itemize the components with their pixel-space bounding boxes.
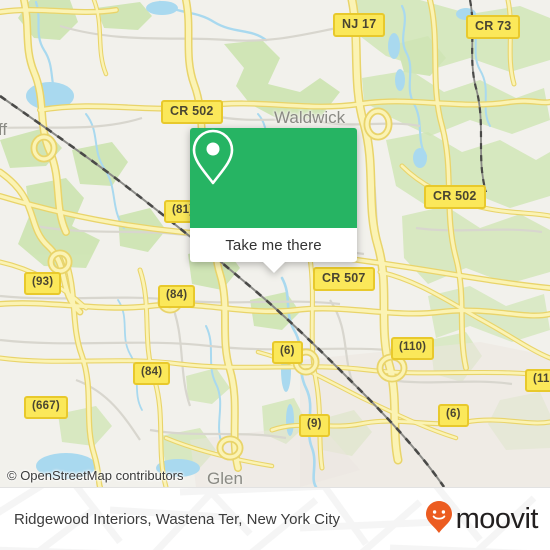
road-shield[interactable]: NJ 17 xyxy=(333,13,386,37)
footer-bar: Ridgewood Interiors, Wastena Ter, New Yo… xyxy=(0,487,550,550)
road-shield[interactable]: (9) xyxy=(299,414,330,437)
road-shield[interactable]: (110) xyxy=(391,337,435,360)
moovit-brand[interactable]: moovit xyxy=(425,488,539,550)
moovit-map-screenshot: Waldwick ff Glen NJ 17 CR 73 CR 502 CR 5… xyxy=(0,0,550,550)
location-popup-card[interactable]: Take me there xyxy=(190,128,357,273)
osm-attribution[interactable]: © OpenStreetMap contributors xyxy=(7,468,184,483)
moovit-smiley-pin-icon xyxy=(425,500,453,539)
road-shield[interactable]: (667) xyxy=(24,396,68,419)
map-place-label: Waldwick xyxy=(274,108,346,127)
popup-pointer-tail xyxy=(262,262,285,273)
road-shield[interactable]: (110) xyxy=(525,369,550,392)
map-place-label: Glen xyxy=(207,469,243,487)
road-shield[interactable]: (93) xyxy=(24,272,62,295)
road-shield[interactable]: (84) xyxy=(158,285,196,308)
moovit-wordmark: moovit xyxy=(455,503,539,535)
road-shield[interactable]: CR 73 xyxy=(466,15,521,39)
place-title-text: Ridgewood Interiors, Wastena Ter, New Yo… xyxy=(14,511,340,528)
road-shield[interactable]: (84) xyxy=(133,362,171,385)
road-shield[interactable]: CR 502 xyxy=(161,100,223,124)
take-me-there-label: Take me there xyxy=(225,236,322,254)
place-title: Ridgewood Interiors, Wastena Ter, New Yo… xyxy=(14,488,340,550)
take-me-there-button[interactable]: Take me there xyxy=(190,228,357,262)
road-shield[interactable]: CR 502 xyxy=(424,185,486,209)
map-place-label: ff xyxy=(0,120,8,139)
road-shield[interactable]: (6) xyxy=(272,341,303,364)
map-canvas[interactable]: Waldwick ff Glen NJ 17 CR 73 CR 502 CR 5… xyxy=(0,0,550,487)
road-shield[interactable]: (6) xyxy=(438,404,469,427)
popup-header xyxy=(190,128,357,228)
road-shield[interactable]: CR 507 xyxy=(313,267,375,291)
